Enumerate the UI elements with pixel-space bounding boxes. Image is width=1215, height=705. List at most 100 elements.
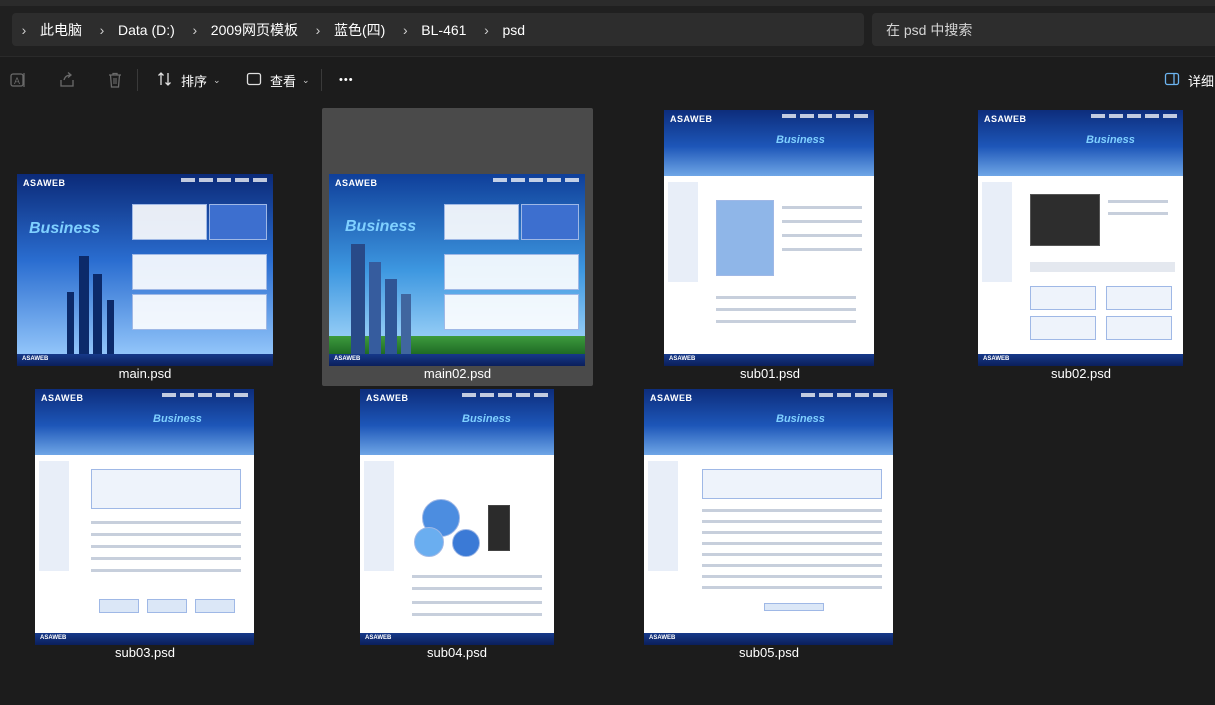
thumb-business-text: Business <box>462 413 511 425</box>
thumb-sidebar <box>982 182 1012 282</box>
thumb-nav <box>801 393 887 397</box>
breadcrumb-label[interactable]: BL-461 <box>415 22 476 38</box>
thumb-logo: ASAWEB <box>41 393 84 403</box>
chevron-down-icon: ⌄ <box>213 74 221 85</box>
thumb-panel <box>132 204 207 240</box>
search-input[interactable]: 在 psd 中搜索 <box>872 13 1215 46</box>
thumb-trees <box>329 336 585 354</box>
view-icon <box>246 71 262 90</box>
breadcrumb-label[interactable]: 此电脑 <box>34 20 92 40</box>
sort-label: 排序 <box>181 73 208 89</box>
thumb-building <box>67 292 74 354</box>
breadcrumb-label[interactable]: 2009网页模板 <box>205 20 308 40</box>
file-grid: ASAWEB Business ASAWEB main.psd ASAWEB B… <box>0 102 1215 705</box>
file-thumbnail: ASAWEB Business ASAWEB <box>329 174 585 366</box>
file-name[interactable]: sub05.psd <box>641 645 897 660</box>
thumb-building <box>351 244 365 354</box>
chevron-right-icon[interactable]: › <box>308 22 328 38</box>
file-thumbnail: ASAWEB Business ASAWEB <box>35 389 254 645</box>
thumb-footer: ASAWEB <box>978 354 1183 366</box>
thumb-nav <box>462 393 548 397</box>
thumb-sidebar <box>648 461 678 571</box>
search-placeholder: 在 psd 中搜索 <box>886 21 973 38</box>
breadcrumb-item-drive[interactable]: › Data (D:) <box>92 22 185 38</box>
thumb-logo: ASAWEB <box>335 178 378 188</box>
thumb-footer: ASAWEB <box>664 354 874 366</box>
chevron-right-icon[interactable]: › <box>476 22 496 38</box>
file-thumbnail: ASAWEB Business ASAWEB <box>17 174 273 366</box>
details-label: 详细 <box>1188 73 1215 89</box>
thumb-building <box>93 274 102 354</box>
thumb-laptop <box>1030 194 1100 246</box>
thumb-business-text: Business <box>776 134 825 146</box>
details-pane-button[interactable]: 详细 <box>1164 68 1214 92</box>
file-item-sub02[interactable]: ASAWEB Business ASAWEB sub02.psd <box>975 108 1187 386</box>
thumb-building <box>369 262 381 354</box>
breadcrumb-label[interactable]: 蓝色(四) <box>328 20 395 40</box>
delete-icon[interactable] <box>104 69 126 91</box>
breadcrumb-label[interactable]: psd <box>496 22 535 38</box>
chevron-right-icon[interactable]: › <box>92 22 112 38</box>
file-name[interactable]: main02.psd <box>322 366 593 381</box>
chevron-right-icon[interactable]: › <box>14 22 34 38</box>
file-item-sub03[interactable]: ASAWEB Business ASAWEB sub03.psd <box>32 387 258 665</box>
file-name[interactable]: sub01.psd <box>662 366 878 381</box>
thumb-panel <box>209 204 267 240</box>
breadcrumb-item-blue[interactable]: › 蓝色(四) <box>308 20 395 40</box>
thumb-sidebar <box>39 461 69 571</box>
file-thumbnail: ASAWEB Business ASAWEB <box>664 110 874 366</box>
file-item-sub01[interactable]: ASAWEB Business ASAWEB sub01.psd <box>662 108 878 386</box>
thumb-nav <box>1091 114 1177 118</box>
details-pane-icon <box>1164 71 1180 90</box>
file-explorer-window: › 此电脑 › Data (D:) › 2009网页模板 › 蓝色(四) › B… <box>0 0 1215 705</box>
file-item-sub04[interactable]: ASAWEB Business ASAWEB sub04.psd <box>357 387 557 665</box>
thumb-photo <box>716 200 774 276</box>
breadcrumb-item-this-pc[interactable]: › 此电脑 <box>14 20 92 40</box>
command-bar: A 排序 ⌄ 查看 ⌄ ••• 详细 <box>0 56 1215 102</box>
command-separator <box>321 69 322 91</box>
thumb-footer: ASAWEB <box>17 354 273 366</box>
file-name[interactable]: sub04.psd <box>357 645 557 660</box>
file-thumbnail: ASAWEB Business ASAWEB <box>644 389 893 645</box>
thumb-panel <box>444 294 579 330</box>
thumb-sidebar <box>364 461 394 571</box>
thumb-business-text: Business <box>1086 134 1135 146</box>
thumb-sidebar <box>668 182 698 282</box>
breadcrumb[interactable]: › 此电脑 › Data (D:) › 2009网页模板 › 蓝色(四) › B… <box>12 13 864 46</box>
address-row: › 此电脑 › Data (D:) › 2009网页模板 › 蓝色(四) › B… <box>0 0 1215 56</box>
thumb-business-text: Business <box>29 220 101 237</box>
thumb-building <box>107 300 114 354</box>
file-name[interactable]: sub02.psd <box>975 366 1187 381</box>
thumb-panel <box>132 254 267 290</box>
rename-icon[interactable]: A <box>7 69 29 91</box>
thumb-logo: ASAWEB <box>23 178 66 188</box>
chevron-right-icon[interactable]: › <box>185 22 205 38</box>
file-name[interactable]: sub03.psd <box>32 645 258 660</box>
thumb-building <box>401 294 411 354</box>
view-label: 查看 <box>270 73 297 89</box>
thumb-footer: ASAWEB <box>360 633 554 645</box>
breadcrumb-item-bl461[interactable]: › BL-461 <box>395 22 476 38</box>
file-item-sub05[interactable]: ASAWEB Business ASAWEB sub05.psd <box>641 387 897 665</box>
sort-icon <box>157 71 173 90</box>
breadcrumb-item-templates[interactable]: › 2009网页模板 <box>185 20 308 40</box>
file-item-main[interactable]: ASAWEB Business ASAWEB main.psd <box>10 108 280 386</box>
thumb-panel <box>444 254 579 290</box>
thumb-panel <box>521 204 579 240</box>
breadcrumb-item-psd[interactable]: › psd <box>476 22 535 38</box>
thumb-footer: ASAWEB <box>329 354 585 366</box>
view-button[interactable]: 查看 ⌄ <box>246 68 310 92</box>
share-icon[interactable] <box>56 69 78 91</box>
file-item-main02[interactable]: ASAWEB Business ASAWEB main02.psd <box>322 108 593 386</box>
file-thumbnail: ASAWEB Business ASAWEB <box>978 110 1183 366</box>
thumb-business-text: Business <box>153 413 202 425</box>
thumb-footer: ASAWEB <box>644 633 893 645</box>
more-options-button[interactable]: ••• <box>339 68 354 92</box>
thumb-business-text: Business <box>776 413 825 425</box>
chevron-right-icon[interactable]: › <box>395 22 415 38</box>
thumb-logo: ASAWEB <box>650 393 693 403</box>
thumb-logo: ASAWEB <box>670 114 713 124</box>
breadcrumb-label[interactable]: Data (D:) <box>112 22 185 38</box>
sort-button[interactable]: 排序 ⌄ <box>157 68 221 92</box>
file-name[interactable]: main.psd <box>10 366 280 381</box>
